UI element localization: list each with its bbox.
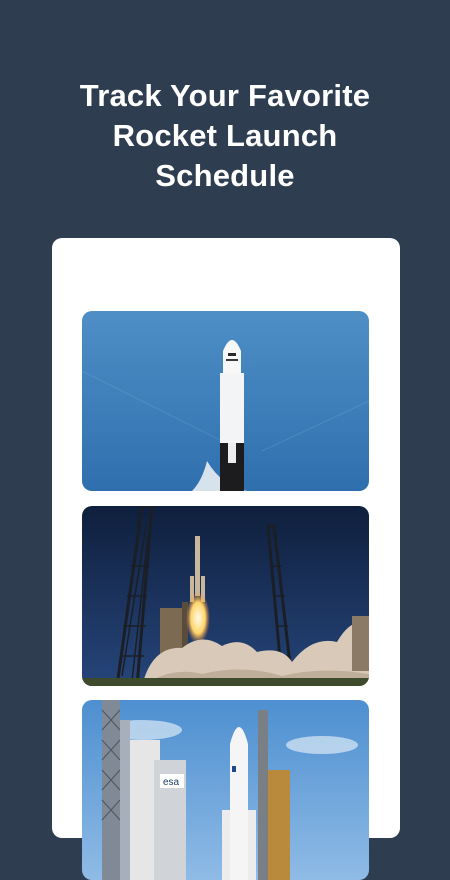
screenshot-card: esa [52,238,400,880]
rocket-launch-towers-photo[interactable] [82,506,369,686]
rocket-launch-towers-image [82,506,369,686]
rocket-capsule-image [82,311,369,491]
headline-line-2: Rocket Launch [112,118,338,153]
headline-line-3: Schedule [155,158,295,193]
headline: Track Your Favorite Rocket Launch Schedu… [0,76,450,196]
headline-line-1: Track Your Favorite [79,78,371,113]
rocket-esa-pad-image: esa [82,700,369,880]
esa-sign-text: esa [163,777,180,788]
rocket-capsule-photo[interactable] [82,311,369,491]
rocket-esa-pad-photo[interactable]: esa [82,700,369,880]
